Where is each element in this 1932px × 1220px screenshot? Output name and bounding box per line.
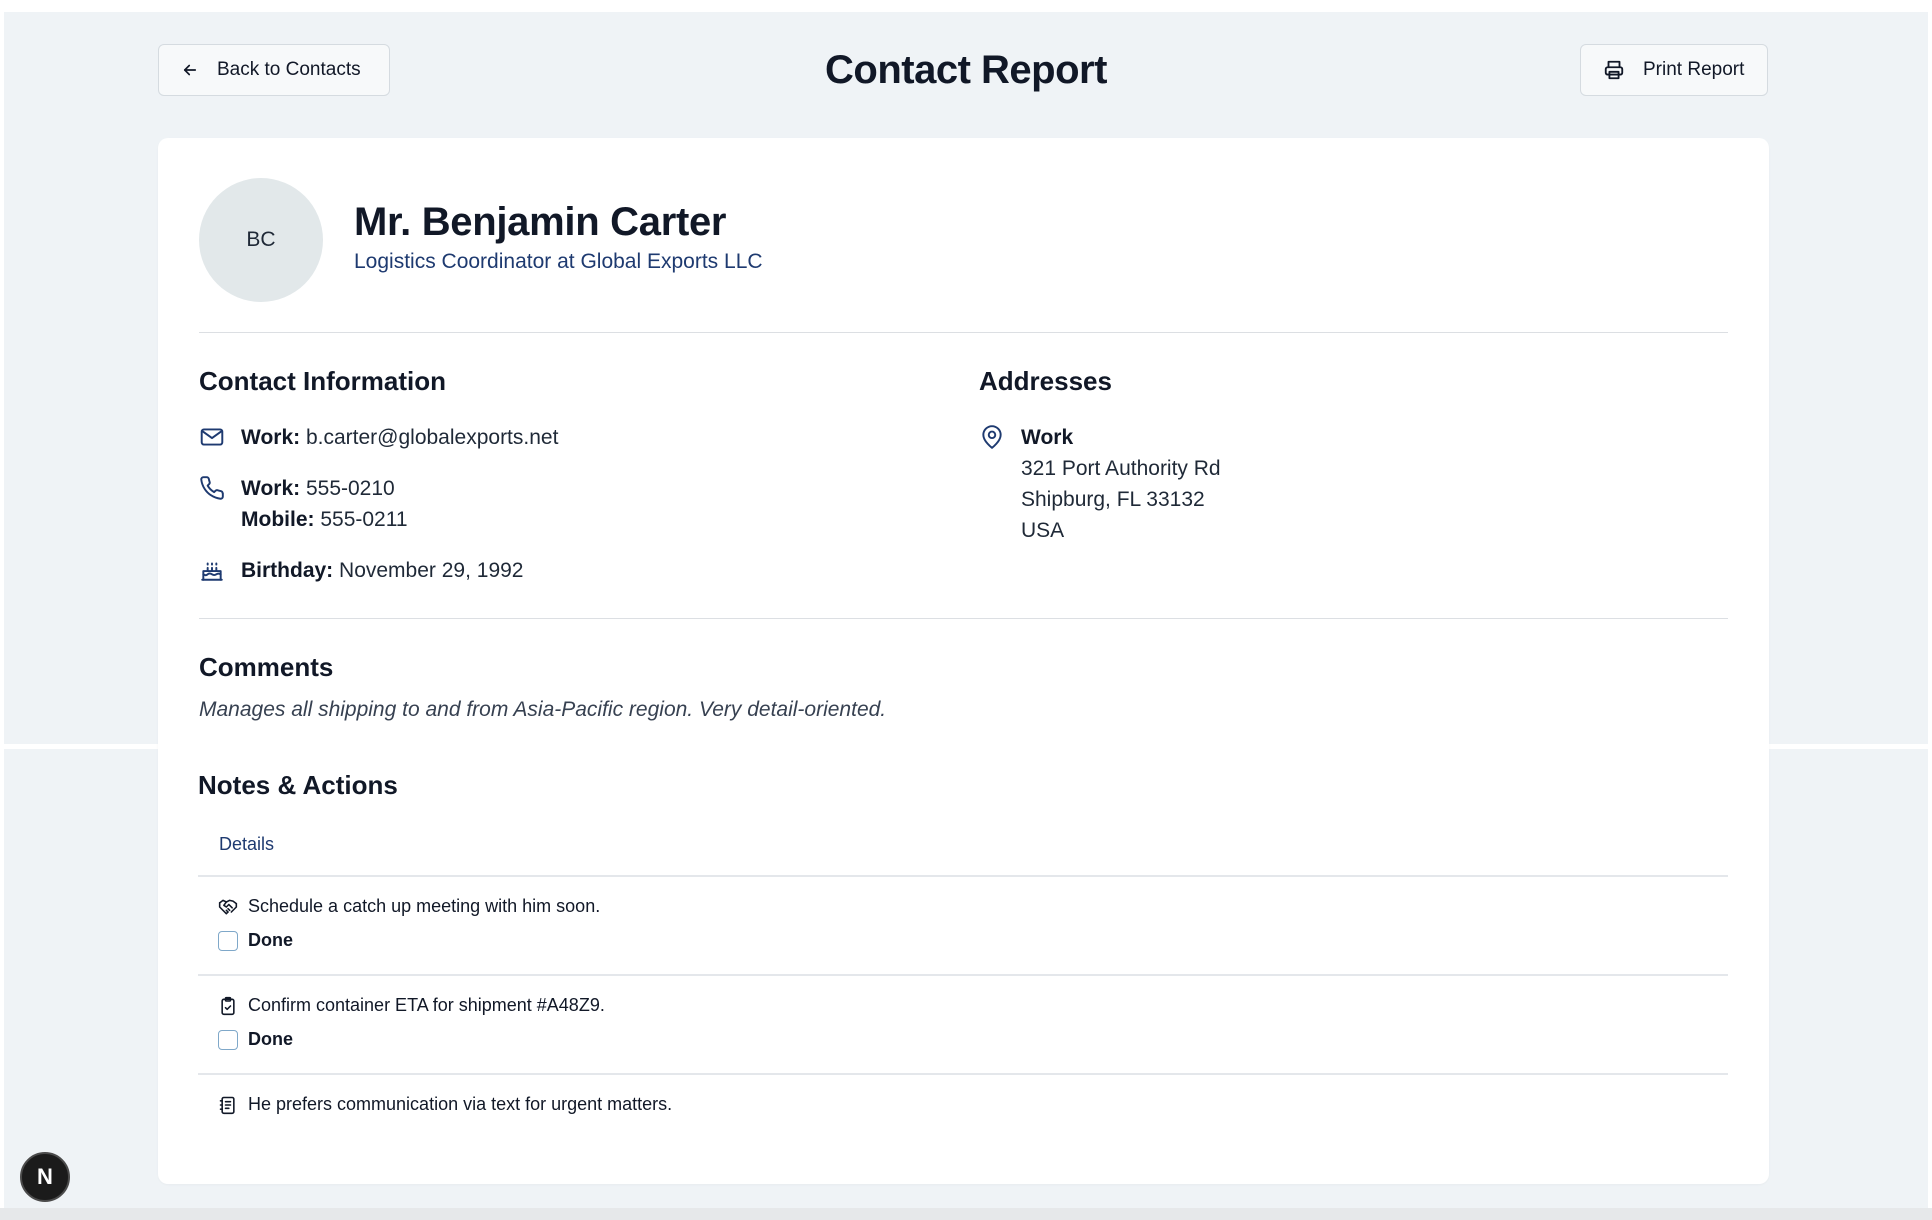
fab-label: N	[37, 1164, 53, 1189]
cake-icon	[201, 562, 223, 581]
map-pin-icon	[982, 425, 1002, 449]
contact-report-card: BC Mr. Benjamin Carter Logistics Coordin…	[158, 138, 1769, 1184]
divider	[198, 974, 1728, 976]
addresses-heading: Addresses	[979, 366, 1112, 396]
birthday-row: Birthday: November 29, 1992	[199, 555, 523, 586]
done-checkbox[interactable]: Done	[218, 930, 293, 951]
handshake-icon	[218, 899, 238, 914]
email-row: Work: b.carter@globalexports.net	[199, 422, 558, 453]
checkbox[interactable]	[218, 930, 238, 951]
checkbox[interactable]	[218, 1029, 238, 1050]
phone-mobile: Mobile: 555-0211	[241, 504, 408, 535]
print-report-button[interactable]: Print Report	[1580, 44, 1768, 96]
done-label: Done	[248, 1029, 293, 1049]
done-checkbox[interactable]: Done	[218, 1029, 293, 1050]
phone-mobile-label: Mobile:	[241, 508, 315, 531]
note-text: He prefers communication via text for ur…	[248, 1094, 673, 1114]
address-work: Work 321 Port Authority Rd Shipburg, FL …	[979, 422, 1221, 546]
contact-name: Mr. Benjamin Carter	[354, 200, 727, 244]
email-label: Work:	[241, 426, 301, 449]
divider	[199, 332, 1728, 333]
avatar-initials: BC	[246, 228, 276, 251]
clipboard-check-icon	[221, 996, 235, 1015]
tab-details[interactable]: Details	[219, 834, 274, 855]
birthday-label: Birthday:	[241, 559, 334, 582]
floating-action-button[interactable]: N	[20, 1152, 70, 1202]
phone-mobile-value: 555-0211	[320, 508, 408, 531]
email-value: b.carter@globalexports.net	[305, 426, 559, 449]
bottom-strip	[0, 1208, 1932, 1220]
phone-work-value: 555-0210	[305, 477, 395, 500]
birthday-value: November 29, 1992	[339, 559, 524, 582]
phone-work: Work: 555-0210	[241, 473, 408, 504]
comments-heading: Comments	[199, 652, 334, 682]
mail-icon	[200, 428, 224, 446]
note-text: Confirm container ETA for shipment #A48Z…	[248, 995, 605, 1015]
avatar: BC	[199, 178, 323, 302]
address-line-3: USA	[1021, 519, 1065, 542]
note-item: He prefers communication via text for ur…	[218, 1094, 672, 1115]
note-item: Schedule a catch up meeting with him soo…	[218, 896, 600, 917]
contact-subtitle: Logistics Coordinator at Global Exports …	[354, 250, 763, 273]
contact-information-heading: Contact Information	[199, 366, 446, 396]
notes-actions-heading: Notes & Actions	[198, 770, 398, 800]
address-line-2: Shipburg, FL 33132	[1021, 488, 1205, 511]
divider	[198, 875, 1728, 877]
comment-text: Manages all shipping to and from Asia-Pa…	[199, 698, 887, 721]
notes-icon	[219, 1096, 235, 1114]
done-label: Done	[248, 930, 293, 950]
note-text: Schedule a catch up meeting with him soo…	[248, 896, 601, 916]
note-item: Confirm container ETA for shipment #A48Z…	[218, 995, 605, 1016]
phone-work-label: Work:	[241, 477, 301, 500]
address-line-1: 321 Port Authority Rd	[1021, 457, 1221, 480]
print-report-label: Print Report	[1643, 59, 1745, 80]
phone-icon	[200, 476, 224, 500]
phone-row: Work: 555-0210 Mobile: 555-0211	[199, 473, 408, 535]
address-type: Work	[1021, 426, 1074, 449]
divider	[199, 618, 1728, 619]
printer-icon	[1604, 60, 1624, 80]
divider	[198, 1073, 1728, 1075]
